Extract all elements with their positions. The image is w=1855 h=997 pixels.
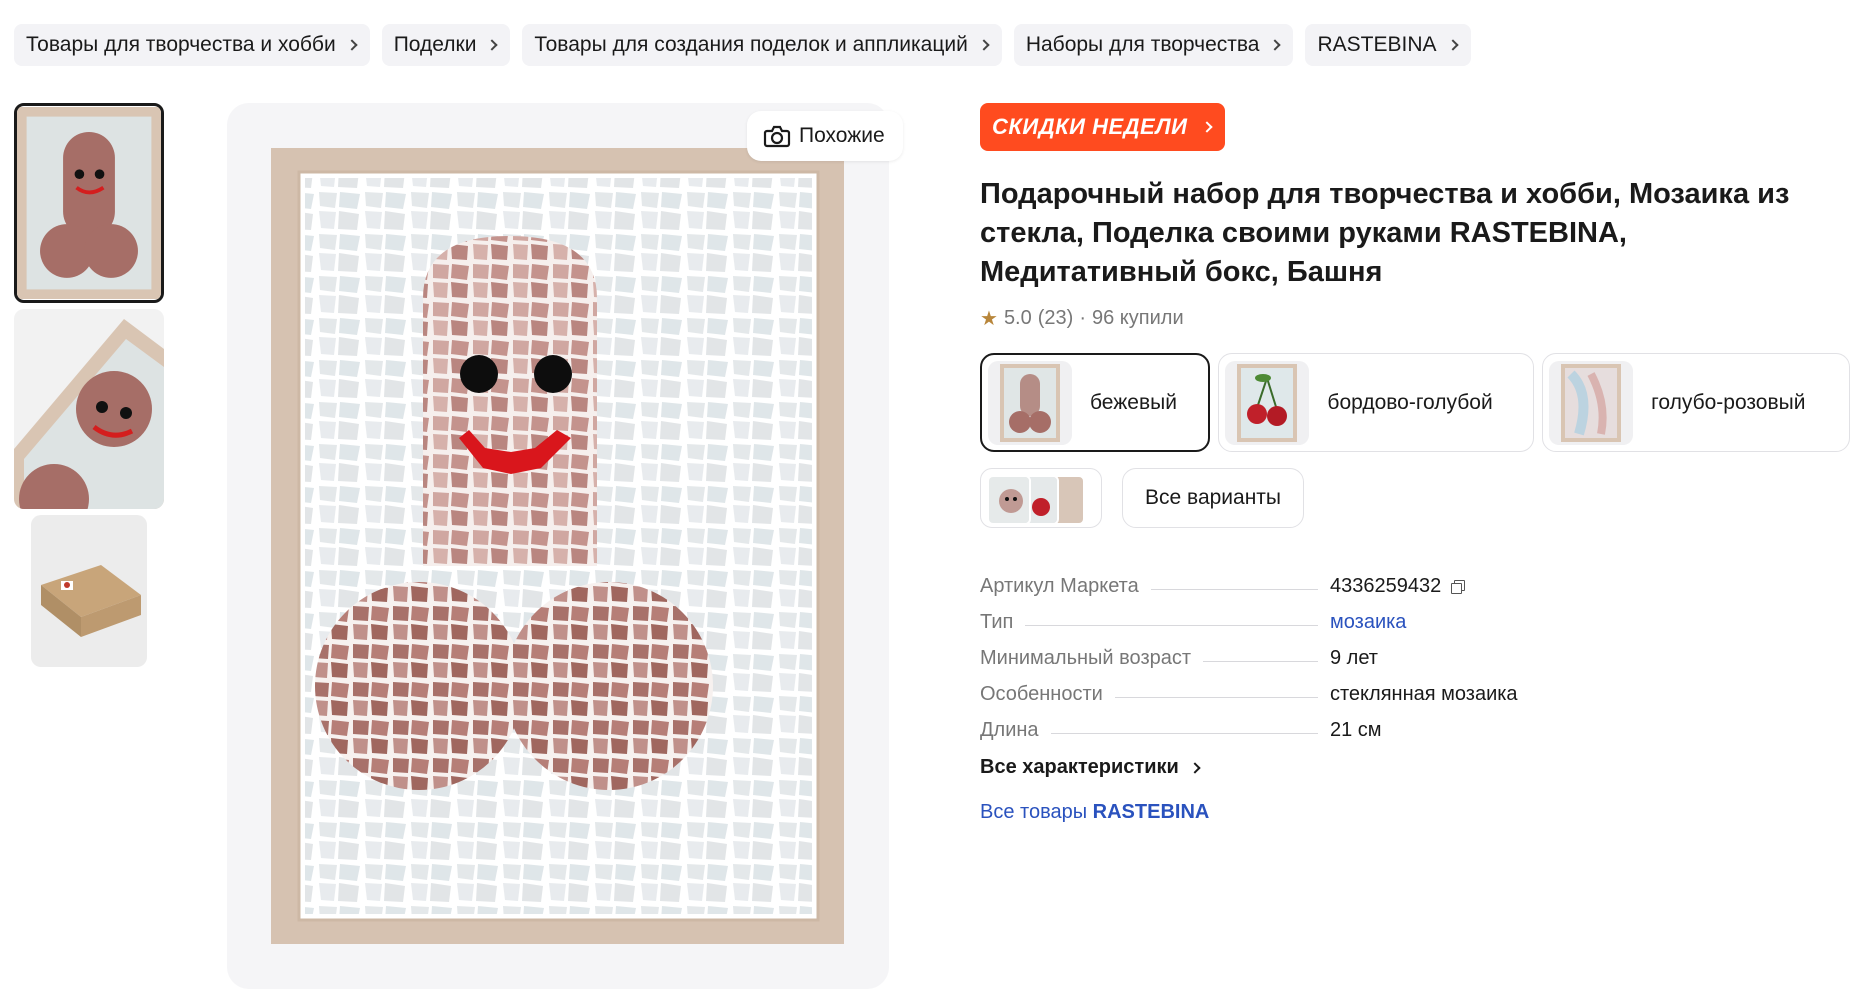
breadcrumb-label: Товары для создания поделок и аппликаций (534, 33, 968, 56)
rating-value: 5.0 (1003, 307, 1032, 329)
spec-row: Тип мозаика (980, 598, 1580, 634)
breadcrumb-label: Поделки (393, 33, 477, 56)
breadcrumb-label: Товары для творчества и хобби (26, 33, 336, 56)
similar-button[interactable]: Похожие (747, 111, 903, 161)
spec-leader (1203, 661, 1318, 662)
spec-row: Минимальный возраст 9 лет (980, 634, 1580, 670)
brand-link-name: RASTEBINA (1092, 801, 1210, 823)
all-variants-label: Все варианты (1145, 486, 1282, 509)
all-characteristics-link[interactable]: Все характеристики (980, 756, 1201, 779)
article-number: 4336259432 (1330, 575, 1442, 597)
spec-leader (1150, 589, 1318, 590)
rating-separator: · (1079, 307, 1086, 329)
package-box-thumbnail-image (31, 515, 147, 667)
thumbnail-1[interactable] (14, 103, 164, 303)
spec-key: Тип (980, 611, 1014, 633)
breadcrumb-item-brand[interactable]: RASTEBINA (1305, 24, 1471, 66)
product-title: Подарочный набор для творчества и хобби,… (980, 178, 1790, 288)
spec-key: Артикул Маркета (980, 575, 1139, 597)
variant-beige[interactable]: бежевый (980, 353, 1211, 452)
weekly-discounts-badge[interactable]: СКИДКИ НЕДЕЛИ (980, 103, 1226, 151)
spec-value: 9 лет (1330, 647, 1378, 669)
promo-label: СКИДКИ НЕДЕЛИ (992, 114, 1188, 139)
variant-selector: бежевый бордово-голубой голубо-розовый (980, 353, 1850, 452)
thumbnail-3[interactable] (31, 515, 147, 667)
spec-row: Особенности стеклянная мозаика (980, 670, 1580, 706)
more-variants-thumbnails[interactable] (980, 468, 1102, 528)
product-main-image[interactable] (271, 148, 844, 944)
spec-value: 4336259432 (1330, 575, 1580, 598)
all-brand-products-link[interactable]: Все товары RASTEBINA (980, 801, 1850, 824)
product-info: СКИДКИ НЕДЕЛИ Подарочный набор для творч… (980, 103, 1850, 824)
breadcrumb-label: RASTEBINA (1317, 33, 1437, 56)
variant-beige-image (1000, 363, 1060, 442)
variant-label: голубо-розовый (1651, 390, 1806, 414)
review-count: (23) (1037, 307, 1074, 329)
variant-label: бордово-голубой (1327, 390, 1493, 414)
spec-leader (1050, 733, 1318, 734)
spec-row: Артикул Маркета 4336259432 (980, 562, 1580, 598)
more-variants-row: Все варианты (980, 468, 1850, 528)
brand-link-prefix: Все товары (980, 801, 1088, 823)
copy-icon[interactable] (1451, 580, 1466, 594)
mini-variant-thumb (987, 475, 1031, 525)
spec-leader (1025, 625, 1318, 626)
spec-key: Минимальный возраст (980, 647, 1192, 669)
breadcrumb-item-hobby[interactable]: Товары для творчества и хобби (14, 24, 370, 66)
variant-thumbnail (1225, 360, 1310, 445)
thumbnail-list (14, 103, 164, 673)
thumbnail-2[interactable] (14, 309, 164, 509)
breadcrumb-item-craft-supplies[interactable]: Товары для создания поделок и аппликаций (522, 24, 1002, 66)
variant-blue-pink[interactable]: голубо-розовый (1542, 353, 1850, 452)
variant-burgundy-blue[interactable]: бордово-голубой (1218, 353, 1535, 452)
bought-count: 96 купили (1092, 307, 1184, 329)
spec-value: 21 см (1330, 719, 1382, 741)
spec-value: стеклянная мозаика (1330, 683, 1518, 705)
spec-row: Длина 21 см (980, 706, 1580, 742)
variant-thumbnail (988, 360, 1072, 445)
chevron-right-icon (486, 39, 499, 51)
chevron-right-icon (978, 39, 990, 51)
breadcrumb: Товары для творчества и хобби Поделки То… (14, 24, 1471, 66)
star-icon: ★ (980, 308, 998, 330)
variant-cherry-image (1237, 363, 1298, 442)
similar-button-label: Похожие (799, 124, 885, 147)
chevron-right-icon (1446, 39, 1459, 51)
chevron-right-icon (1201, 121, 1214, 133)
chevron-right-icon (346, 39, 358, 51)
variant-label: бежевый (1090, 390, 1177, 414)
variant-blue-pink-image (1561, 363, 1622, 442)
specs-list: Артикул Маркета 4336259432 Тип мозаика М… (980, 562, 1580, 742)
all-variants-button[interactable]: Все варианты (1122, 468, 1305, 528)
mosaic-thumbnail-image (17, 107, 161, 299)
product-gallery: Похожие (227, 103, 903, 989)
breadcrumb-label: Наборы для творчества (1025, 33, 1260, 56)
variant-thumbnail (1549, 360, 1634, 445)
breadcrumb-item-crafts[interactable]: Поделки (381, 24, 511, 66)
chevron-right-icon (1189, 761, 1201, 774)
spec-leader (1114, 697, 1318, 698)
breadcrumb-item-craft-kits[interactable]: Наборы для творчества (1013, 24, 1294, 66)
mosaic-angle-thumbnail-image (14, 309, 164, 509)
spec-value-link[interactable]: мозаика (1330, 611, 1580, 634)
rating-summary[interactable]: ★ 5.0 (23) · 96 купили (980, 306, 1850, 331)
chevron-right-icon (1269, 39, 1282, 51)
spec-key: Особенности (980, 683, 1103, 705)
all-characteristics-label: Все характеристики (980, 756, 1179, 778)
camera-search-icon (763, 125, 791, 148)
spec-key: Длина (980, 719, 1039, 741)
